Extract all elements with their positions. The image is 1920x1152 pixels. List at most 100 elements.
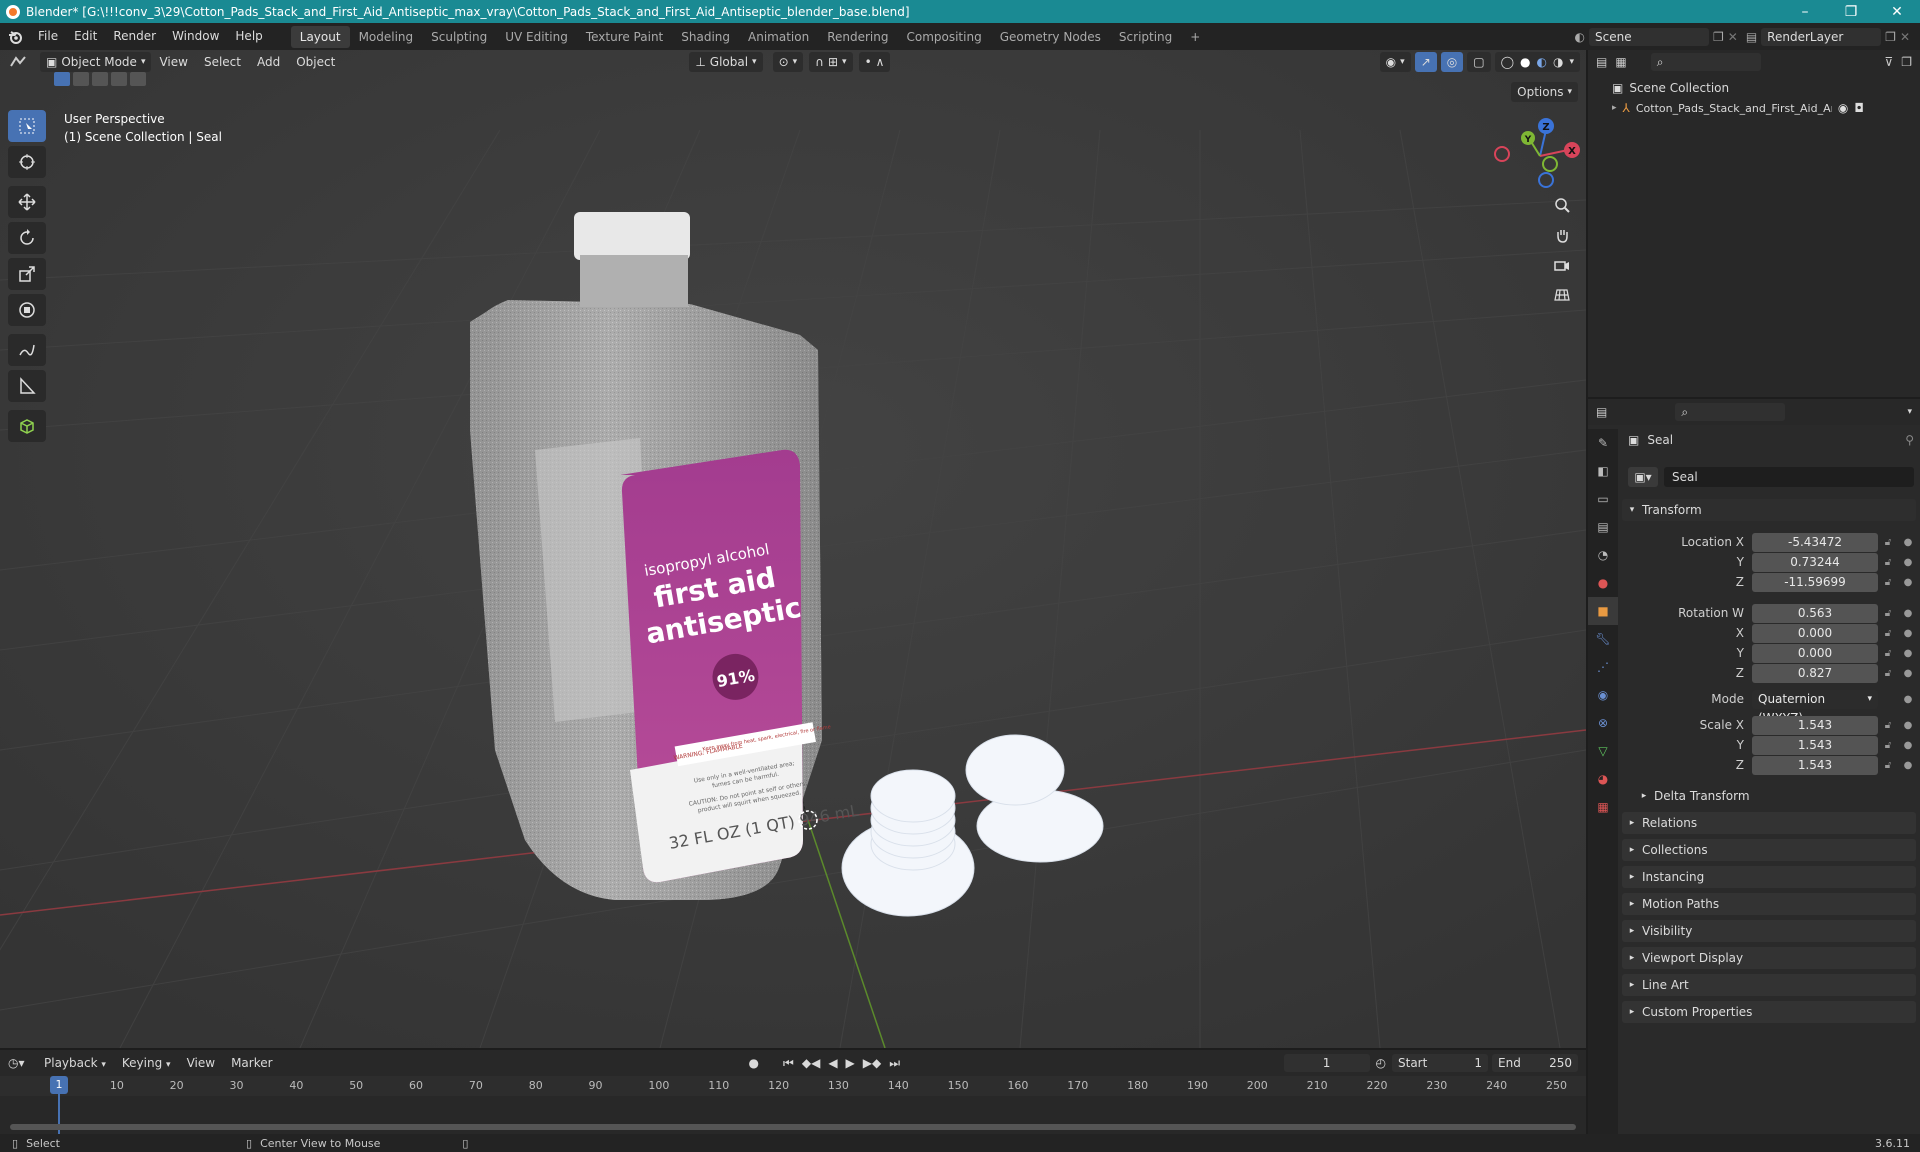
- line-art-panel-header[interactable]: ▸ Line Art: [1622, 974, 1916, 996]
- rotation-y-field[interactable]: 0.000: [1752, 643, 1878, 663]
- mode-dropdown[interactable]: ▣ Object Mode ▾: [40, 52, 152, 72]
- custom-properties-panel-header[interactable]: ▸ Custom Properties: [1622, 1001, 1916, 1023]
- lock-icon[interactable]: 🔓︎: [1878, 740, 1898, 751]
- new-scene-icon[interactable]: ❐: [1713, 30, 1724, 44]
- rotation-z-field[interactable]: 0.827: [1752, 663, 1878, 683]
- tab-uv-editing[interactable]: UV Editing: [496, 26, 577, 48]
- texture-tab-icon[interactable]: ▦: [1588, 793, 1618, 821]
- chevron-down-icon[interactable]: ▾: [1907, 407, 1912, 417]
- overlay-toggle[interactable]: ◎: [1440, 52, 1464, 72]
- pivot-dropdown[interactable]: ⊙ ▾: [772, 52, 804, 72]
- output-tab-icon[interactable]: ▭: [1588, 485, 1618, 513]
- editor-type-icon[interactable]: ▤: [1596, 405, 1607, 419]
- editor-type-icon[interactable]: ▤: [1596, 55, 1607, 69]
- menu-help[interactable]: Help: [227, 23, 270, 50]
- rotation-mode-dropdown[interactable]: Quaternion (WXYZ)▾: [1752, 689, 1878, 725]
- jump-end-icon[interactable]: ⏭︎: [889, 1056, 900, 1071]
- lock-icon[interactable]: 🔓︎: [1878, 628, 1898, 639]
- next-keyframe-icon[interactable]: ▶◆: [863, 1056, 881, 1070]
- tab-animation[interactable]: Animation: [739, 26, 818, 48]
- play-reverse-icon[interactable]: ◀: [828, 1056, 837, 1070]
- editor-type-icon[interactable]: [0, 55, 36, 69]
- viewport-display-panel-header[interactable]: ▸ Viewport Display: [1622, 947, 1916, 969]
- add-workspace-button[interactable]: +: [1181, 26, 1209, 48]
- location-x-field[interactable]: -5.43472: [1752, 532, 1878, 552]
- stopwatch-icon[interactable]: ◴: [1376, 1056, 1386, 1070]
- timeline-view-menu[interactable]: View: [179, 1051, 223, 1075]
- scale-x-field[interactable]: 1.543: [1752, 715, 1878, 735]
- wireframe-shading-icon[interactable]: ◯: [1501, 52, 1514, 72]
- blender-menu-icon[interactable]: [0, 29, 30, 45]
- instancing-panel-header[interactable]: ▸ Instancing: [1622, 866, 1916, 888]
- editor-type-icon[interactable]: ◷▾: [8, 1056, 36, 1070]
- play-icon[interactable]: ▶: [846, 1056, 855, 1070]
- lock-icon[interactable]: 🔓︎: [1878, 537, 1898, 548]
- menu-object[interactable]: Object: [288, 50, 343, 74]
- visibility-eye-icon[interactable]: ◉: [1838, 101, 1848, 115]
- tab-modeling[interactable]: Modeling: [350, 26, 423, 48]
- lock-icon[interactable]: 🔓︎: [1878, 760, 1898, 771]
- menu-file[interactable]: File: [30, 23, 66, 50]
- select-box-tool[interactable]: [8, 110, 46, 142]
- menu-edit[interactable]: Edit: [66, 23, 105, 50]
- keyframe-dot-icon[interactable]: ●: [1898, 720, 1918, 731]
- add-cube-tool[interactable]: [8, 410, 46, 442]
- lock-icon[interactable]: 🔓︎: [1878, 557, 1898, 568]
- orientation-dropdown[interactable]: ⊥ Global ▾: [689, 52, 763, 72]
- material-tab-icon[interactable]: ◕: [1588, 765, 1618, 793]
- delete-scene-icon[interactable]: ✕: [1728, 30, 1738, 44]
- view-layer-tab-icon[interactable]: ▤: [1588, 513, 1618, 541]
- tool-tab-icon[interactable]: ✎: [1588, 429, 1618, 457]
- camera-view-icon[interactable]: [1549, 252, 1575, 278]
- lock-icon[interactable]: 🔓︎: [1878, 577, 1898, 588]
- frame-ruler[interactable]: 1102030405060708090100110120130140150160…: [0, 1076, 1586, 1096]
- maximize-button[interactable]: ❐: [1828, 0, 1874, 23]
- solid-shading-icon[interactable]: ●: [1520, 52, 1530, 72]
- rotate-tool[interactable]: [8, 222, 46, 254]
- particles-tab-icon[interactable]: ⋰: [1588, 653, 1618, 681]
- keyframe-dot-icon[interactable]: ●: [1898, 628, 1918, 639]
- world-tab-icon[interactable]: ●: [1588, 569, 1618, 597]
- current-frame-field[interactable]: 1: [1283, 1054, 1370, 1072]
- menu-window[interactable]: Window: [164, 23, 227, 50]
- tab-scripting[interactable]: Scripting: [1110, 26, 1181, 48]
- collections-panel-header[interactable]: ▸ Collections: [1622, 839, 1916, 861]
- minimize-button[interactable]: –: [1782, 0, 1828, 23]
- location-z-field[interactable]: -11.59699: [1752, 572, 1878, 592]
- outliner-row[interactable]: ▸ ⅄ Cotton_Pads_Stack_and_First_Aid_Anti…: [1588, 98, 1920, 118]
- scale-z-field[interactable]: 1.543: [1752, 755, 1878, 775]
- pin-icon[interactable]: ⚲: [1905, 433, 1914, 447]
- constraints-tab-icon[interactable]: ⊗: [1588, 709, 1618, 737]
- properties-search-input[interactable]: ⌕: [1675, 403, 1786, 421]
- lock-icon[interactable]: 🔓︎: [1878, 720, 1898, 731]
- end-frame-field[interactable]: End 250: [1492, 1054, 1578, 1072]
- visibility-dropdown[interactable]: ◉ ▾: [1379, 52, 1411, 72]
- rotation-x-field[interactable]: 0.000: [1752, 623, 1878, 643]
- start-frame-field[interactable]: Start 1: [1392, 1054, 1488, 1072]
- menu-add[interactable]: Add: [249, 50, 288, 74]
- scale-tool[interactable]: [8, 258, 46, 290]
- keyframe-dot-icon[interactable]: ●: [1898, 668, 1918, 679]
- keyframe-dot-icon[interactable]: ●: [1898, 760, 1918, 771]
- keyframe-dot-icon[interactable]: ●: [1898, 577, 1918, 588]
- render-tab-icon[interactable]: ◧: [1588, 457, 1618, 485]
- expand-arrow-icon[interactable]: ▸: [1612, 103, 1617, 113]
- keyframe-dot-icon[interactable]: ●: [1898, 694, 1918, 705]
- delete-view-layer-icon[interactable]: ✕: [1900, 30, 1910, 44]
- select-subtract-icon[interactable]: [92, 72, 108, 86]
- filter-icon[interactable]: ⊽: [1884, 55, 1893, 69]
- annotate-tool[interactable]: [8, 334, 46, 366]
- lock-icon[interactable]: 🔓︎: [1878, 668, 1898, 679]
- visibility-panel-header[interactable]: ▸ Visibility: [1622, 920, 1916, 942]
- delta-transform-header[interactable]: ▸ Delta Transform: [1634, 785, 1916, 807]
- outliner-scene-collection[interactable]: ▣ Scene Collection: [1588, 78, 1920, 98]
- menu-render[interactable]: Render: [105, 23, 164, 50]
- scale-y-field[interactable]: 1.543: [1752, 735, 1878, 755]
- lock-icon[interactable]: 🔓︎: [1878, 648, 1898, 659]
- tab-compositing[interactable]: Compositing: [897, 26, 990, 48]
- xray-toggle[interactable]: ▢: [1467, 52, 1491, 72]
- marker-menu[interactable]: Marker: [223, 1051, 280, 1075]
- playback-menu[interactable]: Playback ▾: [36, 1051, 114, 1075]
- object-name-field[interactable]: Seal: [1664, 467, 1914, 487]
- menu-select[interactable]: Select: [196, 50, 249, 74]
